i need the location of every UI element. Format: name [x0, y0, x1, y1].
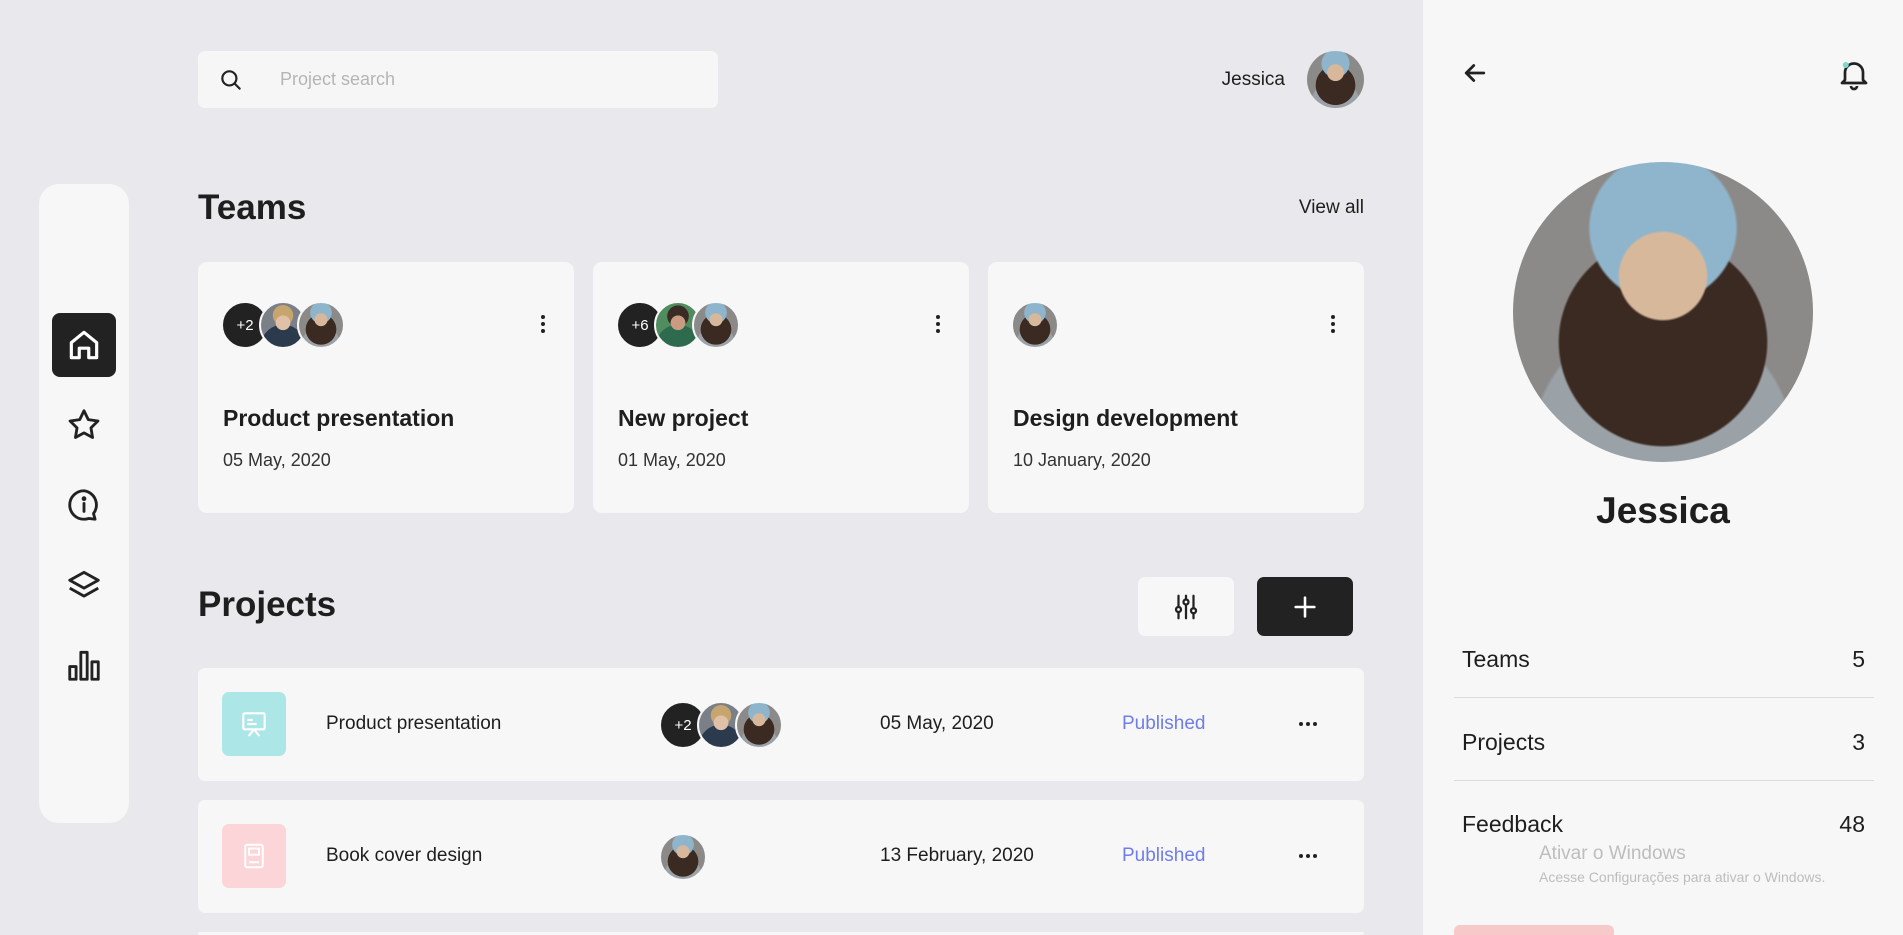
- member-avatars: +2: [221, 301, 345, 349]
- stat-value: 3: [1852, 729, 1865, 755]
- project-row[interactable]: Book cover design 13 February, 2020 Publ…: [198, 800, 1364, 913]
- presentation-board-icon: [242, 712, 266, 737]
- avatar: [297, 301, 345, 349]
- sidebar-item-favorites[interactable]: [52, 393, 116, 457]
- team-date: 05 May, 2020: [223, 450, 331, 470]
- more-options-icon[interactable]: [531, 309, 555, 339]
- team-card[interactable]: Design development 10 January, 2020: [988, 262, 1364, 513]
- team-card[interactable]: +6 New project 01 May, 2020: [593, 262, 969, 513]
- layers-icon: [68, 570, 100, 598]
- stat-label: Feedback: [1462, 811, 1564, 837]
- sidebar-item-layers[interactable]: [52, 553, 116, 617]
- project-date: 13 February, 2020: [880, 845, 1034, 866]
- partial-card: [1454, 925, 1614, 935]
- book-icon: [244, 843, 264, 869]
- member-avatars: [1011, 301, 1059, 349]
- team-title: New project: [618, 405, 749, 431]
- project-name: Product presentation: [326, 713, 502, 734]
- search-input[interactable]: [280, 69, 680, 90]
- back-button[interactable]: [1460, 58, 1490, 88]
- info-chat-icon: [68, 489, 98, 521]
- star-icon: [68, 409, 100, 439]
- filter-button[interactable]: [1138, 577, 1234, 636]
- team-title: Product presentation: [223, 405, 455, 431]
- plus-icon: [1294, 595, 1316, 618]
- add-project-button[interactable]: [1257, 577, 1353, 636]
- sidebar-item-info[interactable]: [52, 473, 116, 537]
- user-menu[interactable]: Jessica: [1200, 51, 1364, 108]
- avatar: [659, 833, 707, 881]
- search-icon: [218, 67, 244, 93]
- more-options-icon[interactable]: [1296, 846, 1320, 866]
- bar-chart-icon: [68, 650, 100, 681]
- more-options-icon[interactable]: [1321, 309, 1345, 339]
- status-badge: Published: [1122, 713, 1206, 734]
- stat-value: 5: [1852, 646, 1865, 672]
- arrow-left-icon: [1464, 64, 1486, 82]
- stat-value: 48: [1839, 811, 1865, 837]
- home-icon: [69, 330, 99, 360]
- avatar: [692, 301, 740, 349]
- team-title: Design development: [1013, 405, 1238, 431]
- bell-icon: [1840, 62, 1868, 91]
- member-avatars: +2: [659, 701, 783, 749]
- project-name: Book cover design: [326, 845, 483, 866]
- project-thumbnail: [222, 824, 286, 888]
- member-avatars: [659, 833, 707, 881]
- sidebar-item-analytics[interactable]: [52, 633, 116, 697]
- user-name: Jessica: [1221, 68, 1285, 90]
- stat-row-projects[interactable]: Projects 3: [1454, 699, 1874, 781]
- watermark-subtitle: Acesse Configurações para ativar o Windo…: [1539, 869, 1826, 885]
- project-date: 05 May, 2020: [880, 713, 994, 734]
- more-options-icon[interactable]: [1296, 714, 1320, 734]
- avatar: [735, 701, 783, 749]
- stat-label: Teams: [1462, 646, 1530, 672]
- sliders-icon: [1174, 594, 1198, 619]
- team-date: 10 January, 2020: [1013, 450, 1151, 470]
- sidebar-item-home[interactable]: [52, 313, 116, 377]
- notifications-button[interactable]: [1836, 56, 1872, 92]
- profile-panel: Jessica Teams 5 Projects 3 Feedback 48 A…: [1423, 0, 1903, 935]
- stat-row-teams[interactable]: Teams 5: [1454, 616, 1874, 698]
- sidebar: [39, 184, 129, 823]
- profile-name: Jessica: [1596, 490, 1730, 531]
- more-options-icon[interactable]: [926, 309, 950, 339]
- project-row[interactable]: Product presentation +2 05 May, 2020 Pub…: [198, 668, 1364, 781]
- team-date: 01 May, 2020: [618, 450, 726, 470]
- team-card[interactable]: +2 Product presentation 05 May, 2020: [198, 262, 574, 513]
- projects-title: Projects: [198, 585, 337, 624]
- member-avatars: +6: [616, 301, 740, 349]
- project-thumbnail: [222, 692, 286, 756]
- profile-photo: [1513, 162, 1813, 462]
- view-all-link[interactable]: View all: [1280, 197, 1364, 219]
- avatar: [1011, 301, 1059, 349]
- windows-activation-watermark: Ativar o Windows Acesse Configurações pa…: [1539, 843, 1825, 885]
- teams-title: Teams: [198, 188, 307, 227]
- stat-label: Projects: [1462, 729, 1546, 755]
- status-badge: Published: [1122, 845, 1206, 866]
- user-avatar[interactable]: [1307, 51, 1364, 108]
- search-bar[interactable]: [198, 51, 718, 108]
- watermark-title: Ativar o Windows: [1539, 843, 1686, 864]
